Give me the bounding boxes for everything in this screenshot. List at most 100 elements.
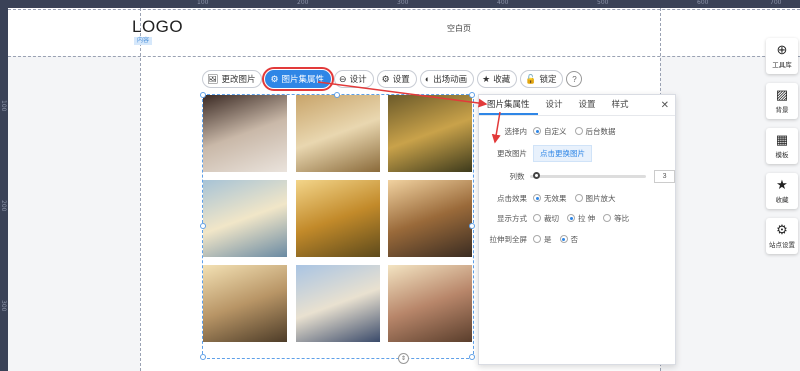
radio-dot (567, 214, 575, 222)
template-button[interactable]: ▦ 模板 (766, 128, 798, 164)
resize-handle[interactable] (334, 92, 340, 98)
ruler-number: 100 (0, 100, 7, 112)
click-effect-row: 点击效果 无效果 图片放大 (479, 191, 675, 205)
radio-crop[interactable]: 裁切 (533, 213, 559, 224)
gallery-properties-button[interactable]: ⚙ 图片集属性 (262, 67, 335, 91)
resize-handle[interactable] (469, 354, 475, 360)
row-label: 列数 (509, 171, 525, 181)
radio-dot (559, 235, 568, 243)
resize-handle[interactable] (200, 354, 206, 360)
radio-yes[interactable]: 是 (533, 234, 552, 245)
radio-label: 等比 (614, 213, 630, 223)
row-label: 点击效果 (497, 193, 527, 203)
page-title: 空白页 (447, 24, 471, 33)
radio-no-effect[interactable]: 无效果 (533, 193, 567, 204)
gears-icon: ⚙ (776, 222, 788, 237)
radio-enlarge[interactable]: 图片放大 (574, 193, 616, 204)
gallery-photo[interactable] (296, 265, 380, 342)
gallery-element[interactable] (200, 92, 475, 360)
guide-line (8, 56, 800, 57)
radio-custom[interactable]: 自定义 (533, 126, 567, 137)
columns-input[interactable]: 3 (654, 169, 675, 183)
tab-settings[interactable]: 设置 (571, 98, 604, 115)
resize-handle[interactable] (200, 223, 206, 229)
logo[interactable]: LOGO (132, 17, 183, 37)
radio-label: 裁切 (544, 213, 559, 223)
radio-dot (574, 127, 583, 135)
favorite-button[interactable]: ★ 收藏 (477, 70, 518, 88)
design-button[interactable]: ⊖ 设计 (334, 70, 374, 88)
gallery-photo[interactable] (203, 265, 287, 342)
tab-design[interactable]: 设计 (538, 98, 571, 115)
ruler-number: 200 (0, 200, 7, 212)
left-ruler: 100 200 300 (0, 0, 8, 371)
radio-label: 拉 伸 (578, 213, 596, 223)
gallery-photo[interactable] (296, 180, 380, 257)
settings-icon: ⚙ (381, 73, 390, 84)
ruler-number: 400 (497, 0, 509, 6)
tab-style[interactable]: 样式 (604, 98, 637, 115)
row-label: 显示方式 (497, 213, 527, 223)
sidebar-label: 背景 (775, 107, 789, 114)
toolbar-label: 更改图片 (221, 74, 256, 84)
radio-dot (533, 194, 541, 202)
favorites-button[interactable]: ★ 收藏 (766, 173, 798, 209)
change-image-button[interactable]: 🖼 更改图片 (202, 70, 263, 88)
toolbar-label: 设计 (349, 74, 367, 84)
resize-handle[interactable] (469, 223, 475, 229)
radio-no[interactable]: 否 (559, 234, 579, 245)
radio-proportional[interactable]: 等比 (603, 213, 629, 224)
toolbar-label: 锁定 (539, 74, 557, 84)
sidebar-label: 模板 (775, 152, 789, 159)
lock-button[interactable]: 🔓 锁定 (520, 70, 564, 88)
gear-icon: ⚙ (270, 73, 279, 84)
animation-icon: ◐ (424, 73, 431, 84)
slider-knob[interactable] (533, 171, 541, 179)
lock-icon: 🔓 (525, 73, 537, 84)
radio-label: 无效果 (544, 193, 567, 203)
ruler-number: 700 (770, 0, 782, 6)
radio-dot (533, 235, 541, 243)
gallery-photo[interactable] (203, 95, 287, 172)
guide-line (8, 9, 800, 10)
change-image-panel-button[interactable]: 点击更换图片 (533, 144, 592, 162)
animation-button[interactable]: ◐ 出场动画 (419, 70, 475, 88)
radio-backend-data[interactable]: 后台数据 (574, 126, 616, 137)
design-icon: ⊖ (339, 73, 347, 84)
row-label: 拉伸到全屏 (489, 234, 528, 244)
gallery-photo[interactable] (296, 95, 380, 172)
settings-button[interactable]: ⚙ 设置 (376, 70, 417, 88)
star-icon: ★ (776, 177, 788, 192)
radio-dot (603, 214, 612, 222)
radio-stretch[interactable]: 拉 伸 (567, 213, 595, 224)
gallery-photo[interactable] (388, 95, 472, 172)
background-button[interactable]: ▨ 背景 (766, 83, 798, 119)
radio-dot (574, 194, 583, 202)
toolbar-label: 设置 (392, 74, 410, 84)
site-settings-button[interactable]: ⚙ 站点设置 (766, 218, 798, 254)
toolbox-button[interactable]: ⊕ 工具库 (766, 38, 798, 74)
height-drag-handle[interactable]: ⇕ (398, 353, 409, 364)
close-icon[interactable]: ✕ (661, 100, 669, 111)
radio-label: 否 (570, 234, 579, 244)
display-mode-row: 显示方式 裁切 拉 伸 等比 (479, 211, 675, 225)
columns-slider[interactable] (530, 171, 647, 179)
header-region[interactable] (8, 8, 800, 56)
radio-label: 自定义 (544, 126, 567, 136)
help-button[interactable]: ? (566, 71, 583, 87)
ruler-number: 300 (397, 0, 409, 6)
tab-gallery-properties[interactable]: 图片集属性 (479, 98, 538, 115)
gallery-photo[interactable] (388, 265, 472, 342)
source-row: 选择内 自定义 后台数据 (479, 124, 675, 138)
resize-handle[interactable] (200, 92, 206, 98)
gallery-photo[interactable] (203, 180, 287, 257)
radio-label: 图片放大 (585, 193, 616, 203)
radio-label: 是 (544, 234, 552, 244)
radio-dot (533, 214, 541, 222)
sidebar-label: 站点设置 (769, 242, 795, 249)
gallery-photo[interactable] (388, 180, 472, 257)
ruler-number: 200 (297, 0, 309, 6)
sidebar-label: 工具库 (772, 62, 792, 69)
logo-tag: 内容 (134, 37, 153, 45)
resize-handle[interactable] (469, 92, 475, 98)
